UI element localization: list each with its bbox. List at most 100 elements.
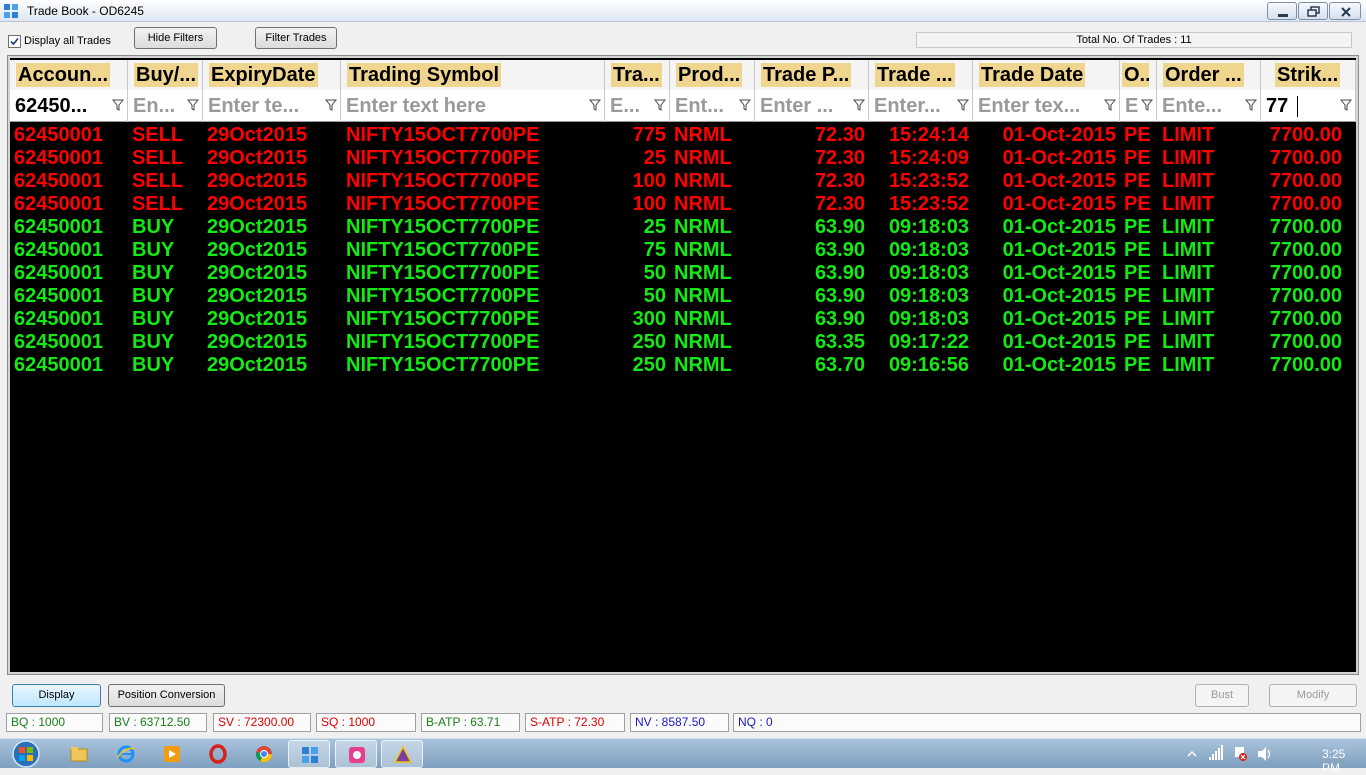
cell-opt: PE	[1124, 124, 1151, 146]
filter-input-buysell[interactable]: En...	[128, 90, 203, 122]
cell-time: 09:18:03	[888, 285, 969, 307]
filter-funnel-icon[interactable]	[1245, 99, 1257, 111]
filter-funnel-icon[interactable]	[957, 99, 969, 111]
text-cursor	[1297, 96, 1298, 117]
filter-input-date[interactable]: Enter tex...	[973, 90, 1120, 122]
show-hidden-icons-chevron-icon[interactable]	[1186, 739, 1198, 769]
minimize-icon	[1278, 14, 1288, 17]
column-header-strike[interactable]: Strik...	[1261, 60, 1356, 90]
taskbar-button[interactable]	[243, 740, 285, 768]
table-row[interactable]: 62450001 BUY 29Oct2015 NIFTY15OCT7700PE 250 N…	[10, 331, 1356, 354]
filter-input-qty[interactable]: E...	[605, 90, 670, 122]
hide-filters-button[interactable]: Hide Filters	[134, 27, 217, 49]
network-signal-icon[interactable]	[1208, 739, 1224, 769]
cell-account: 62450001	[14, 262, 103, 284]
cell-price: 63.90	[814, 239, 865, 261]
cell-opt: PE	[1124, 285, 1151, 307]
table-row[interactable]: 62450001 SELL 29Oct2015 NIFTY15OCT7700PE 775…	[10, 124, 1356, 147]
column-header-product[interactable]: Prod...	[670, 60, 755, 90]
cell-strike: 7700.00	[1269, 124, 1342, 146]
table-row[interactable]: 62450001 BUY 29Oct2015 NIFTY15OCT7700PE 250 N…	[10, 354, 1356, 377]
trade-grid[interactable]: Accoun... Buy/... ExpiryDate Trading Symbol…	[7, 55, 1359, 675]
filter-input-expiry[interactable]: Enter te...	[203, 90, 341, 122]
filter-funnel-icon[interactable]	[325, 99, 337, 111]
taskbar-button[interactable]	[288, 740, 330, 768]
minimize-button[interactable]	[1267, 2, 1297, 20]
filter-input-symbol[interactable]: Enter text here	[341, 90, 605, 122]
bust-button[interactable]: Bust	[1195, 684, 1249, 707]
volume-speaker-icon[interactable]	[1256, 739, 1274, 769]
filter-funnel-icon[interactable]	[1104, 99, 1116, 111]
filter-funnel-icon[interactable]	[853, 99, 865, 111]
filter-funnel-icon[interactable]	[589, 99, 601, 111]
column-header-qty[interactable]: Tra...	[605, 60, 670, 90]
taskbar-button[interactable]	[58, 740, 100, 768]
column-header-opt[interactable]: O...	[1120, 60, 1157, 90]
cell-opt: PE	[1124, 331, 1151, 353]
display-button[interactable]: Display	[12, 684, 101, 707]
action-center-flag-icon[interactable]	[1232, 739, 1248, 769]
column-header-price[interactable]: Trade P...	[755, 60, 869, 90]
cell-qty: 25	[643, 147, 666, 169]
table-row[interactable]: 62450001 SELL 29Oct2015 NIFTY15OCT7700PE 100…	[10, 193, 1356, 216]
cell-date: 01-Oct-2015	[1002, 193, 1116, 215]
table-row[interactable]: 62450001 BUY 29Oct2015 NIFTY15OCT7700PE 25 NR…	[10, 216, 1356, 239]
display-all-trades-checkbox[interactable]	[8, 35, 21, 48]
cell-time: 15:23:52	[888, 170, 969, 192]
table-row[interactable]: 62450001 BUY 29Oct2015 NIFTY15OCT7700PE 300 N…	[10, 308, 1356, 331]
table-row[interactable]: 62450001 SELL 29Oct2015 NIFTY15OCT7700PE 100…	[10, 170, 1356, 193]
modify-button[interactable]: Modify	[1269, 684, 1357, 707]
column-header-date[interactable]: Trade Date	[973, 60, 1120, 90]
column-header-label: Tra...	[611, 63, 662, 87]
table-row[interactable]: 62450001 BUY 29Oct2015 NIFTY15OCT7700PE 75 NR…	[10, 239, 1356, 262]
cell-product: NRML	[674, 147, 732, 169]
cell-product: NRML	[674, 262, 732, 284]
cell-date: 01-Oct-2015	[1002, 331, 1116, 353]
position-conversion-button[interactable]: Position Conversion	[108, 684, 225, 707]
column-header-symbol[interactable]: Trading Symbol	[341, 60, 605, 90]
display-all-trades-label[interactable]: Display all Trades	[24, 35, 111, 47]
column-header-time[interactable]: Trade ...	[869, 60, 973, 90]
filter-input-price[interactable]: Enter ...	[755, 90, 869, 122]
cell-strike: 7700.00	[1269, 193, 1342, 215]
cell-symbol: NIFTY15OCT7700PE	[346, 331, 540, 353]
filter-trades-button[interactable]: Filter Trades	[255, 27, 337, 49]
taskbar-button[interactable]	[381, 740, 423, 768]
filter-input-time[interactable]: Enter...	[869, 90, 973, 122]
column-header-ordertype[interactable]: Order ...	[1157, 60, 1261, 90]
column-header-buysell[interactable]: Buy/...	[128, 60, 203, 90]
filter-input-opt[interactable]: E	[1120, 90, 1157, 122]
filter-input-ordertype[interactable]: Ente...	[1157, 90, 1261, 122]
paint-icon	[349, 747, 365, 763]
cell-ordertype: LIMIT	[1162, 354, 1215, 376]
cell-product: NRML	[674, 285, 732, 307]
taskbar-button[interactable]	[105, 740, 147, 768]
restore-button[interactable]	[1298, 2, 1328, 20]
filter-input-account[interactable]: 62450...	[10, 90, 128, 122]
start-button-icon[interactable]	[6, 739, 46, 769]
cell-ordertype: LIMIT	[1162, 262, 1215, 284]
filter-input-product[interactable]: Ent...	[670, 90, 755, 122]
table-row[interactable]: 62450001 BUY 29Oct2015 NIFTY15OCT7700PE 50 NR…	[10, 262, 1356, 285]
filter-funnel-icon[interactable]	[187, 99, 199, 111]
title-bar[interactable]: Trade Book - OD6245	[0, 0, 1366, 22]
filter-funnel-icon[interactable]	[1141, 99, 1153, 111]
cell-qty: 775	[632, 124, 666, 146]
cell-expiry: 29Oct2015	[207, 239, 308, 261]
taskbar-button[interactable]	[197, 740, 239, 768]
filter-funnel-icon[interactable]	[112, 99, 124, 111]
filter-funnel-icon[interactable]	[739, 99, 751, 111]
column-header-account[interactable]: Accoun...	[10, 60, 128, 90]
filter-funnel-icon[interactable]	[654, 99, 666, 111]
close-button[interactable]	[1329, 2, 1361, 20]
column-header-expiry[interactable]: ExpiryDate	[203, 60, 341, 90]
taskbar-clock[interactable]: 3:25 PM	[1322, 747, 1366, 775]
cell-ordertype: LIMIT	[1162, 308, 1215, 330]
filter-input-strike[interactable]: 77	[1261, 90, 1356, 122]
taskbar-button[interactable]	[151, 740, 193, 768]
table-row[interactable]: 62450001 SELL 29Oct2015 NIFTY15OCT7700PE 25 N…	[10, 147, 1356, 170]
filter-funnel-icon[interactable]	[1340, 99, 1352, 111]
table-row[interactable]: 62450001 BUY 29Oct2015 NIFTY15OCT7700PE 50 NR…	[10, 285, 1356, 308]
taskbar-button[interactable]	[335, 740, 377, 768]
cell-expiry: 29Oct2015	[207, 124, 308, 146]
